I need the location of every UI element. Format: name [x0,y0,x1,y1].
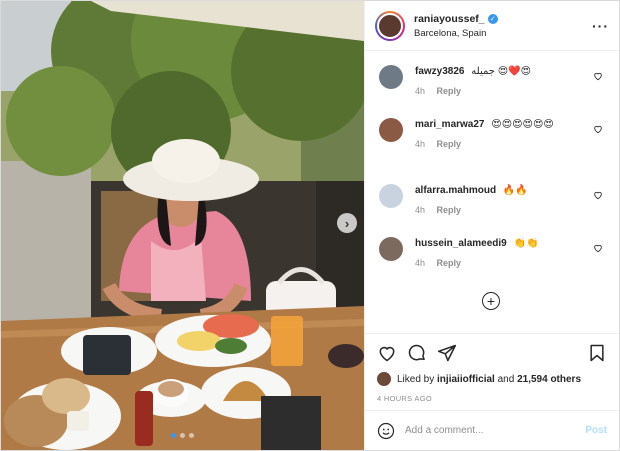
comment-meta: 4h Reply [415,139,583,149]
story-ring[interactable] [375,10,405,41]
comment-time[interactable]: 4h [415,86,425,96]
likes-prefix: Liked by [397,373,435,385]
comment-like-heart-icon[interactable] [593,190,603,200]
carousel-next-button[interactable]: › [337,213,357,233]
username-row: raniayoussef_ ✓ [414,13,592,25]
comment-like-heart-icon[interactable] [593,71,603,81]
comment-time[interactable]: 4h [415,205,425,215]
photo-illustration [1,1,364,450]
reply-button[interactable]: Reply [437,86,462,96]
comment-meta: 4h Reply [415,205,583,215]
post-photo[interactable]: › [1,1,364,450]
commenter-avatar[interactable] [379,237,403,261]
post-actions-section: Liked by injiaiiofficial and 21,594 othe… [365,333,619,410]
comment-meta: 4h Reply [415,86,583,96]
comment-time[interactable]: 4h [415,258,425,268]
comment-username[interactable]: hussein_alameedi9 [415,238,507,249]
paper-plane-icon[interactable] [437,343,457,363]
comment-time[interactable]: 4h [415,139,425,149]
carousel-dot [189,433,194,438]
comment-line: mari_marwa27 😍😍😍😍😍😍 [415,118,583,132]
carousel-dot [171,433,176,438]
avatar [377,12,403,39]
comment-input[interactable] [405,425,586,436]
liker-username[interactable]: injiaiiofficial [437,374,495,385]
post-header: raniayoussef_ ✓ Barcelona, Spain ··· [365,1,619,51]
comment-bubble-icon[interactable] [407,343,427,363]
commenter-avatar[interactable] [379,118,403,142]
comment-line: fawzy3826 جميله 😍❤️😍 [415,65,583,79]
comment-meta: 4h Reply [415,258,583,268]
post-timestamp[interactable]: 4 HOURS AGO [377,394,607,403]
comment-item: fawzy3826 جميله 😍❤️😍 4h Reply [379,65,605,118]
likes-conj: and [497,373,515,385]
post-location[interactable]: Barcelona, Spain [414,28,592,39]
carousel-dot [180,433,185,438]
heart-icon[interactable] [377,343,397,363]
reply-button[interactable]: Reply [437,205,462,215]
comment-line: hussein_alameedi9 👏👏 [415,237,583,251]
comments-list: fawzy3826 جميله 😍❤️😍 4h Reply mari_marwa… [365,51,619,333]
comment-item: alfarra.mahmoud 🔥🔥 4h Reply [379,184,605,237]
comment-body: hussein_alameedi9 👏👏 4h Reply [415,237,605,290]
likes-summary: Liked by injiaiiofficial and 21,594 othe… [377,372,607,386]
smiley-icon[interactable] [377,422,395,440]
chevron-right-icon: › [344,215,350,231]
add-comment-bar: Post [365,410,619,450]
post-modal: › raniayoussef_ ✓ Barcelona, Spain ··· f… [0,0,620,451]
comment-item: mari_marwa27 😍😍😍😍😍😍 4h Reply [379,118,605,184]
comment-username[interactable]: mari_marwa27 [415,119,485,130]
commenter-avatar[interactable] [379,184,403,208]
comment-body: alfarra.mahmoud 🔥🔥 4h Reply [415,184,605,237]
comment-body: mari_marwa27 😍😍😍😍😍😍 4h Reply [415,118,605,184]
post-username[interactable]: raniayoussef_ [414,13,485,25]
header-text: raniayoussef_ ✓ Barcelona, Spain [414,13,592,39]
comment-line: alfarra.mahmoud 🔥🔥 [415,184,583,198]
carousel-indicator [171,433,194,438]
bookmark-icon[interactable] [587,343,607,363]
comment-text: 👏👏 [513,238,539,249]
post-comment-button[interactable]: Post [585,425,607,436]
verified-badge-icon: ✓ [487,13,498,24]
action-bar [377,342,607,364]
comment-like-heart-icon[interactable] [593,243,603,253]
comment-text: جميله 😍❤️😍 [471,66,532,77]
reply-button[interactable]: Reply [437,139,462,149]
liker-avatar[interactable] [377,372,391,386]
comment-text: 🔥🔥 [502,185,528,196]
post-side-panel: raniayoussef_ ✓ Barcelona, Spain ··· faw… [364,1,619,450]
comment-username[interactable]: fawzy3826 [415,66,464,77]
comment-body: fawzy3826 جميله 😍❤️😍 4h Reply [415,65,605,118]
more-options-icon[interactable]: ··· [592,18,609,34]
plus-circle-icon[interactable]: + [482,292,500,310]
comment-item: hussein_alameedi9 👏👏 4h Reply [379,237,605,290]
comment-text: 😍😍😍😍😍😍 [491,119,554,130]
comment-like-heart-icon[interactable] [593,124,603,134]
comment-username[interactable]: alfarra.mahmoud [415,185,496,196]
reply-button[interactable]: Reply [437,258,462,268]
commenter-avatar[interactable] [379,65,403,89]
likes-count[interactable]: 21,594 others [517,374,581,385]
